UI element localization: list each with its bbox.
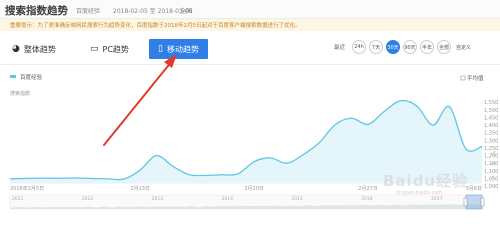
y-tick-label: 1,350 [484, 131, 498, 137]
y-tick-label: 1,050 [484, 176, 498, 182]
y-tick-label: 1,150 [484, 161, 498, 167]
y-tick-label: 1,550 [484, 100, 498, 106]
x-tick-label: 2月27日 [358, 186, 378, 192]
pointer-arrow [103, 54, 177, 146]
overview-year-label: 2014 [222, 196, 234, 202]
x-tick-label: 2月20日 [244, 186, 264, 192]
x-tick-label: 2018年2月5日 [10, 185, 44, 192]
y-tick-label: 1,200 [484, 154, 498, 160]
y-tick-label: 1,500 [484, 108, 498, 114]
arrow-shaft [103, 60, 173, 146]
y-tick-label: 1,000 [484, 184, 498, 190]
arrow-head [164, 54, 177, 68]
overview-year-label: 2015 [291, 196, 303, 202]
overview-handle-right[interactable] [480, 197, 485, 207]
overview-year-label: 2016 [361, 196, 373, 202]
y-axis-title: 搜索指数 [10, 90, 30, 97]
y-tick-label: 1,300 [484, 138, 498, 144]
overview-handle-left[interactable] [463, 197, 468, 207]
y-axis-ticks: 1,550 1,5001,450 1,400 1,3501,300 1,250 1,200… [484, 100, 498, 190]
average-label[interactable]: 平均值 [467, 74, 484, 82]
overview-year-label: 2017 [431, 196, 443, 202]
overview-navigator[interactable]: 2011 2012 2013 2014 2015 2016 2017 [9, 194, 485, 210]
overview-selection[interactable] [465, 194, 483, 210]
y-tick-label: 1,100 [484, 169, 498, 175]
watermark-url: jingyan.baidu.com [396, 190, 443, 196]
y-tick-label: 1,250 [484, 146, 498, 152]
watermark-logo: Baidu经验 [383, 172, 469, 190]
overview-year-label: 2011 [12, 196, 24, 202]
legend-swatch [10, 75, 16, 78]
average-checkbox[interactable] [460, 75, 466, 81]
overview-year-label: 2012 [82, 196, 94, 202]
overview-year-label: 2013 [152, 196, 164, 202]
y-tick-label: 1,400 [484, 123, 498, 129]
legend-label[interactable]: 百度经验 [20, 73, 43, 81]
x-tick-label: 2月13日 [130, 186, 150, 192]
y-tick-label: 1,450 [484, 115, 498, 121]
